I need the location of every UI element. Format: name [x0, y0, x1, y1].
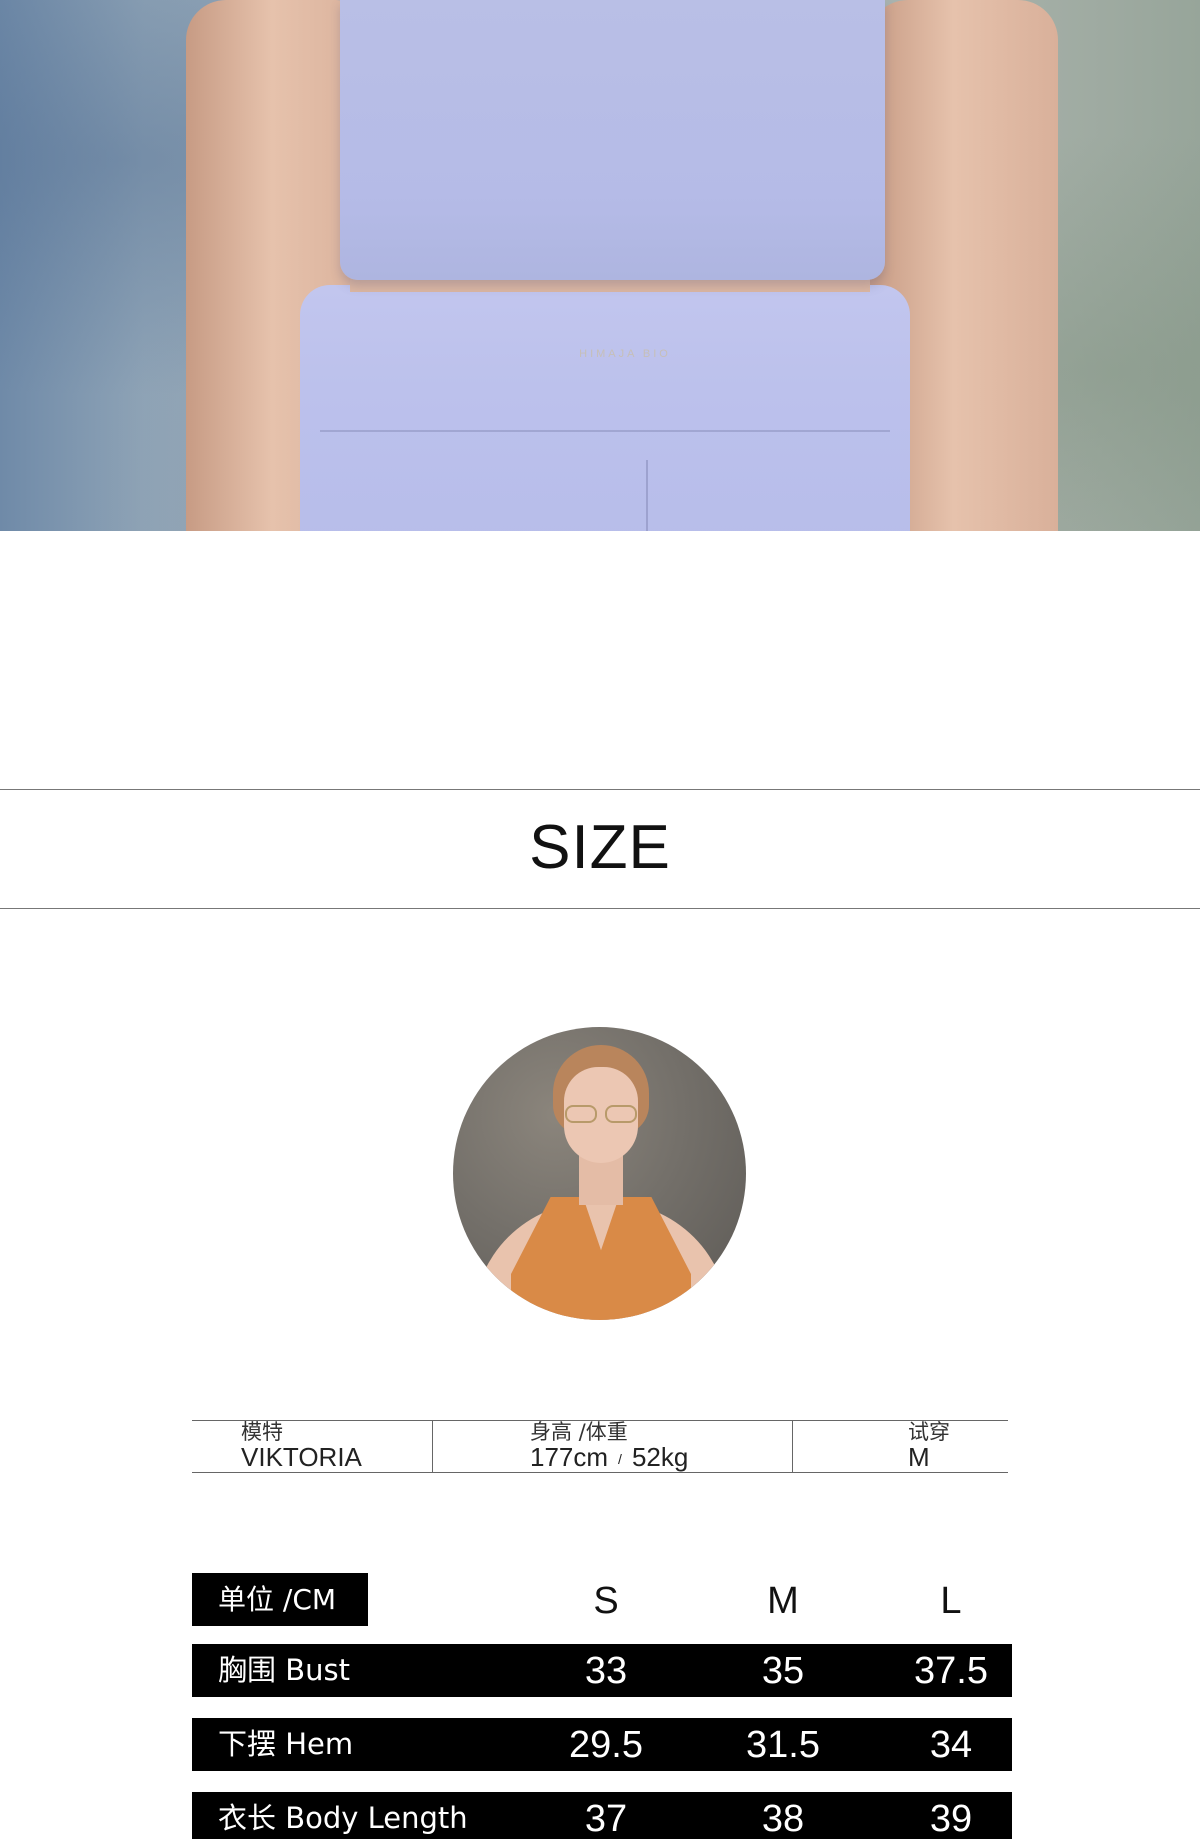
center-seam	[646, 460, 648, 531]
height-weight-value: 177cm / 52kg	[530, 1443, 688, 1473]
fitting-cell: 试穿 M	[908, 1421, 950, 1471]
size-header-m: M	[767, 1580, 799, 1622]
size-row-hem: 下摆 Hem 29.5 31.5 34	[192, 1718, 1012, 1771]
divider-top	[0, 789, 1200, 790]
model-label: 模特	[241, 1420, 283, 1444]
avatar-glasses	[563, 1105, 639, 1123]
value-l: 39	[929, 1798, 973, 1839]
size-header-l: L	[940, 1580, 962, 1622]
separator: /	[618, 1451, 622, 1467]
value-m: 35	[761, 1650, 805, 1692]
height-weight-label: 身高 /体重	[530, 1420, 628, 1444]
model-cell: 模特 VIKTORIA	[241, 1421, 362, 1471]
value-l: 34	[929, 1724, 973, 1766]
fitting-size: M	[908, 1442, 930, 1472]
size-header-s: S	[593, 1580, 619, 1622]
waist-seam	[320, 430, 890, 432]
leggings	[300, 285, 910, 531]
crop-top	[340, 0, 885, 280]
weight-value: 52kg	[631, 1442, 689, 1472]
size-row-bust: 胸围 Bust 33 35 37.5	[192, 1644, 1012, 1697]
column-divider	[792, 1421, 793, 1472]
model-avatar	[453, 1027, 746, 1320]
unit-label: 单位 /CM	[192, 1573, 368, 1626]
value-m: 31.5	[746, 1724, 820, 1766]
fitting-label: 试穿	[908, 1420, 950, 1444]
value-s: 37	[584, 1798, 628, 1839]
product-photo: HIMAJA BIO	[0, 0, 1200, 531]
model-name: VIKTORIA	[241, 1442, 362, 1472]
column-divider	[432, 1421, 433, 1472]
value-s: 33	[584, 1650, 628, 1692]
value-m: 38	[761, 1798, 805, 1839]
waistband-brand-print: HIMAJA BIO	[579, 348, 671, 360]
height-weight-cell: 身高 /体重 177cm / 52kg	[530, 1421, 688, 1473]
row-label: 下摆 Hem	[218, 1727, 354, 1761]
value-s: 29.5	[569, 1724, 643, 1766]
value-l: 37.5	[914, 1650, 988, 1692]
size-row-body-length: 衣长 Body Length 37 38 39	[192, 1792, 1012, 1839]
row-label: 衣长 Body Length	[218, 1801, 468, 1835]
row-label: 胸围 Bust	[218, 1653, 350, 1687]
model-info-table: 模特 VIKTORIA 身高 /体重 177cm / 52kg 试穿 M	[192, 1420, 1008, 1473]
section-title: SIZE	[529, 813, 671, 882]
height-value: 177cm	[530, 1442, 609, 1472]
divider-bottom	[0, 908, 1200, 909]
